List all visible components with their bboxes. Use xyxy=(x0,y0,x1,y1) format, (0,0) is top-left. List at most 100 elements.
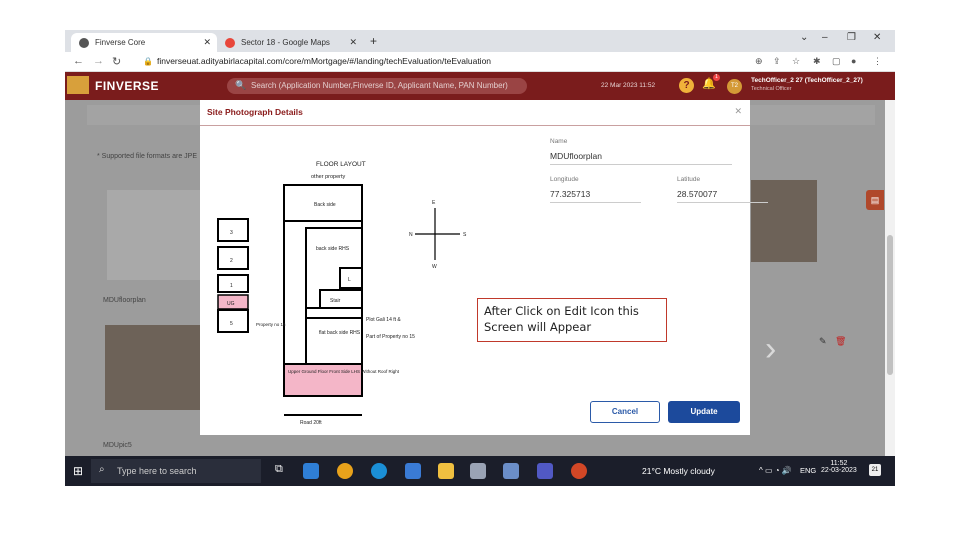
supported-formats-note: * Supported file formats are JPE xyxy=(97,153,197,160)
outlook-icon[interactable] xyxy=(303,463,319,479)
close-icon[interactable]: ✕ xyxy=(203,37,211,48)
longitude-label: Longitude xyxy=(550,176,579,183)
update-button[interactable]: Update xyxy=(668,401,740,423)
clock-time: 11:52 xyxy=(830,460,848,467)
other-property-text: other property xyxy=(311,174,345,180)
lock-icon: 🔒 xyxy=(143,57,153,66)
windows-taskbar: ⊞ ⌕ Type here to search ⧉ 21°C Mostly cl… xyxy=(65,456,895,486)
app-icon[interactable] xyxy=(503,463,519,479)
browser-tab-bar: Finverse Core ✕ Sector 18 - Google Maps … xyxy=(65,30,895,52)
compass-w: W xyxy=(432,264,437,270)
scrollbar-thumb[interactable] xyxy=(887,235,893,375)
compass-s: S xyxy=(463,232,467,238)
tab-finverse-core[interactable]: Finverse Core ✕ xyxy=(71,33,217,52)
floorplan-thumbnail[interactable] xyxy=(107,190,202,280)
zoom-icon[interactable]: ⊕ xyxy=(755,56,763,67)
windows-start-icon[interactable]: ⊞ xyxy=(73,464,83,478)
maximize-button[interactable]: ❐ xyxy=(847,32,856,43)
tab-search-icon[interactable]: ⌄ xyxy=(800,32,808,43)
app-icon xyxy=(79,37,89,48)
back-side-text: Back side xyxy=(314,202,336,208)
box-1-label: 1 xyxy=(230,283,233,289)
stair-text: Stair xyxy=(330,298,341,304)
url-field[interactable]: 🔒 finverseuat.adityabirlacapital.com/core… xyxy=(143,56,491,66)
compass-e: E xyxy=(432,200,436,206)
search-icon: ⌕ xyxy=(99,464,105,475)
taskbar-search-input[interactable]: ⌕ Type here to search xyxy=(91,459,261,483)
name-field[interactable]: MDUfloorplan xyxy=(550,151,732,165)
site-photograph-modal: Site Photograph Details ✕ FLOOR LAYOUT o… xyxy=(200,100,768,435)
user-role: Technical Officer xyxy=(751,86,792,92)
menu-icon[interactable]: ⋮ xyxy=(873,56,882,67)
box-2-label: 2 xyxy=(230,258,233,264)
calculator-icon[interactable] xyxy=(470,463,486,479)
bookmark-star-icon[interactable]: ☆ xyxy=(792,56,800,67)
notification-badge: 1 xyxy=(713,74,720,81)
chrome-icon[interactable] xyxy=(337,463,353,479)
app-header: FINVERSE 🔍 Search (Application Number,Fi… xyxy=(65,72,895,100)
edge-icon[interactable] xyxy=(371,463,387,479)
delete-icon[interactable]: 🗑 xyxy=(835,336,846,347)
taskbar-clock[interactable]: 11:52 22-03-2023 xyxy=(821,460,857,474)
room-back-side-rhs xyxy=(305,227,363,319)
powerpoint-icon[interactable] xyxy=(571,463,587,479)
sidebar-icon[interactable]: ▢ xyxy=(832,56,841,67)
name-label: Name xyxy=(550,138,568,145)
header-date: 22 Mar 2023 11:52 xyxy=(601,82,656,89)
minimize-button[interactable]: – xyxy=(822,32,828,43)
compass-n: N xyxy=(409,232,413,238)
room-l xyxy=(339,267,363,289)
box-1 xyxy=(217,274,249,293)
avatar[interactable]: T2 xyxy=(727,79,742,94)
latitude-label: Latitude xyxy=(677,176,701,183)
ie-icon[interactable] xyxy=(405,463,421,479)
box-3-label: 3 xyxy=(230,230,233,236)
box-3 xyxy=(217,218,249,242)
box-5 xyxy=(217,309,249,333)
share-icon[interactable]: ⇪ xyxy=(773,56,781,67)
extensions-icon[interactable]: ✱ xyxy=(813,56,821,67)
profile-icon[interactable]: ● xyxy=(851,56,856,66)
box-ug-label: UG xyxy=(227,301,235,307)
box-2 xyxy=(217,246,249,270)
screenshot: Finverse Core ✕ Sector 18 - Google Maps … xyxy=(65,30,895,486)
weather-widget[interactable]: 21°C Mostly cloudy xyxy=(642,466,715,476)
modal-title: Site Photograph Details xyxy=(207,107,303,117)
back-side-rhs-text: back side RHS xyxy=(316,246,350,252)
file-explorer-icon[interactable] xyxy=(438,463,454,479)
reload-icon[interactable]: ↻ xyxy=(112,55,121,68)
system-tray-icons[interactable]: ^ ▭ ◔ 🔊 xyxy=(759,466,792,475)
flat-back-side-text: flat back side RHS xyxy=(319,330,361,336)
clock-date: 22-03-2023 xyxy=(821,467,857,474)
tab-title: Sector 18 - Google Maps xyxy=(241,38,330,47)
part-of-property-text: Part of Property no 15 xyxy=(366,334,415,340)
close-icon[interactable]: ✕ xyxy=(734,106,742,117)
side-panel-button[interactable]: ▤ xyxy=(866,190,884,210)
finverse-logo xyxy=(67,76,89,94)
chevron-right-icon[interactable]: › xyxy=(765,330,776,369)
back-icon[interactable]: ← xyxy=(73,55,84,67)
maps-icon xyxy=(225,37,235,48)
tab-google-maps[interactable]: Sector 18 - Google Maps ✕ xyxy=(217,33,363,52)
language-indicator[interactable]: ENG xyxy=(800,466,816,475)
box-5-label: 5 xyxy=(230,321,233,327)
edit-icon[interactable]: ✎ xyxy=(819,336,827,347)
latitude-field[interactable]: 28.570077 xyxy=(677,189,768,203)
teams-icon[interactable] xyxy=(537,463,553,479)
upper-ground-text: Upper Ground Floor Front Side LHS Withou… xyxy=(288,369,400,374)
property-no-text: Property no 16 xyxy=(256,322,286,327)
thumb-label: MDUpic5 xyxy=(103,442,132,449)
forward-icon[interactable]: → xyxy=(93,55,104,67)
new-tab-button[interactable]: + xyxy=(370,34,377,48)
close-window-button[interactable]: ✕ xyxy=(873,32,881,43)
help-icon[interactable]: ? xyxy=(679,78,694,93)
global-search-input[interactable]: 🔍 Search (Application Number,Finverse ID… xyxy=(227,78,527,94)
task-view-icon[interactable]: ⧉ xyxy=(275,463,291,479)
longitude-field[interactable]: 77.325713 xyxy=(550,189,641,203)
notification-center-icon[interactable]: 21 xyxy=(869,464,881,476)
cancel-button[interactable]: Cancel xyxy=(590,401,660,423)
plot-gali-text: Plot Gali 14 ft & xyxy=(366,317,401,323)
close-icon[interactable]: ✕ xyxy=(349,37,357,48)
photo-thumbnail[interactable] xyxy=(105,325,203,410)
floor-layout-image: FLOOR LAYOUT other property Back side ba… xyxy=(217,161,467,426)
